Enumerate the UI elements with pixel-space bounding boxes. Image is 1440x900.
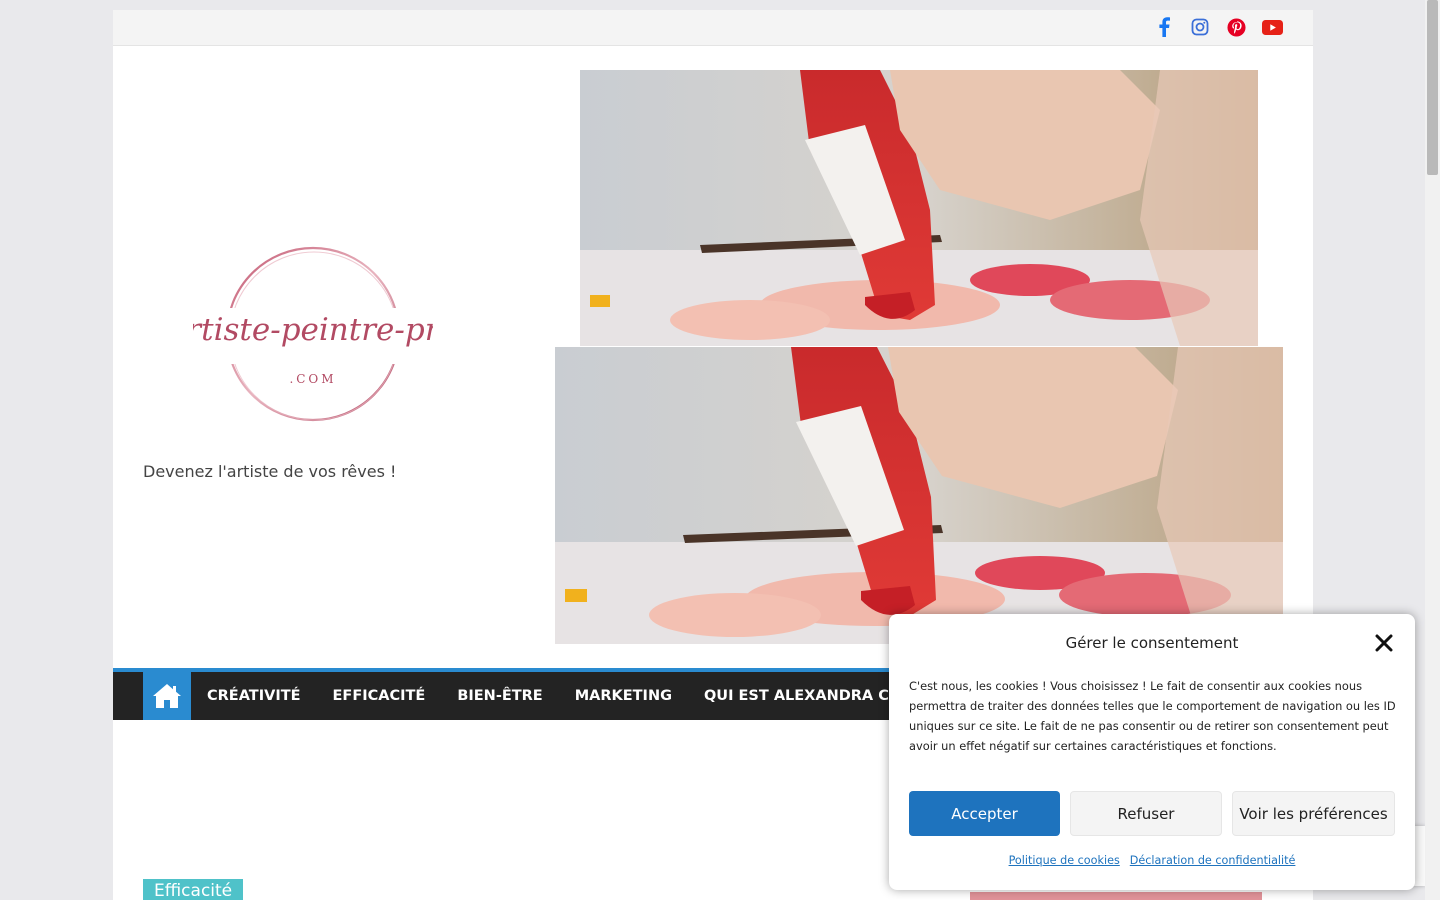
social-links — [1153, 16, 1283, 38]
close-icon[interactable] — [1373, 632, 1395, 654]
instagram-icon[interactable] — [1189, 16, 1211, 38]
logo-suffix: .COM — [289, 372, 336, 386]
header-image — [555, 347, 1283, 644]
site-logo[interactable]: artiste-peintre-pro .COM — [168, 238, 458, 433]
site-tagline: Devenez l'artiste de vos rêves ! — [143, 462, 397, 481]
header-image — [580, 70, 1258, 346]
cookie-consent-dialog: Gérer le consentement C'est nous, les co… — [889, 614, 1415, 890]
cookie-policy-link[interactable]: Politique de cookies — [1009, 854, 1120, 867]
consent-title: Gérer le consentement — [1065, 634, 1239, 652]
pinterest-icon[interactable] — [1225, 16, 1247, 38]
sidebar-widget — [970, 892, 1262, 900]
category-badge[interactable]: Efficacité — [143, 879, 244, 900]
nav-item-bien-etre[interactable]: BIEN-ÊTRE — [441, 688, 558, 704]
home-icon[interactable] — [143, 672, 191, 720]
deny-button[interactable]: Refuser — [1070, 791, 1222, 836]
facebook-icon[interactable] — [1153, 16, 1175, 38]
nav-item-creativite[interactable]: CRÉATIVITÉ — [191, 688, 317, 704]
logo-wordmark: artiste-peintre-pro — [193, 312, 433, 348]
nav-item-marketing[interactable]: MARKETING — [559, 688, 688, 704]
preferences-button[interactable]: Voir les préférences — [1232, 791, 1395, 836]
privacy-statement-link[interactable]: Déclaration de confidentialité — [1130, 854, 1296, 867]
youtube-icon[interactable] — [1261, 16, 1283, 38]
nav-item-efficacite[interactable]: EFFICACITÉ — [317, 688, 442, 704]
accept-button[interactable]: Accepter — [909, 791, 1060, 836]
top-bar — [113, 10, 1313, 46]
consent-message: C'est nous, les cookies ! Vous choisisse… — [909, 679, 1396, 753]
scrollbar-thumb[interactable] — [1427, 0, 1438, 175]
consent-links: Politique de cookies Déclaration de conf… — [889, 854, 1415, 867]
scrollbar[interactable] — [1425, 0, 1440, 900]
